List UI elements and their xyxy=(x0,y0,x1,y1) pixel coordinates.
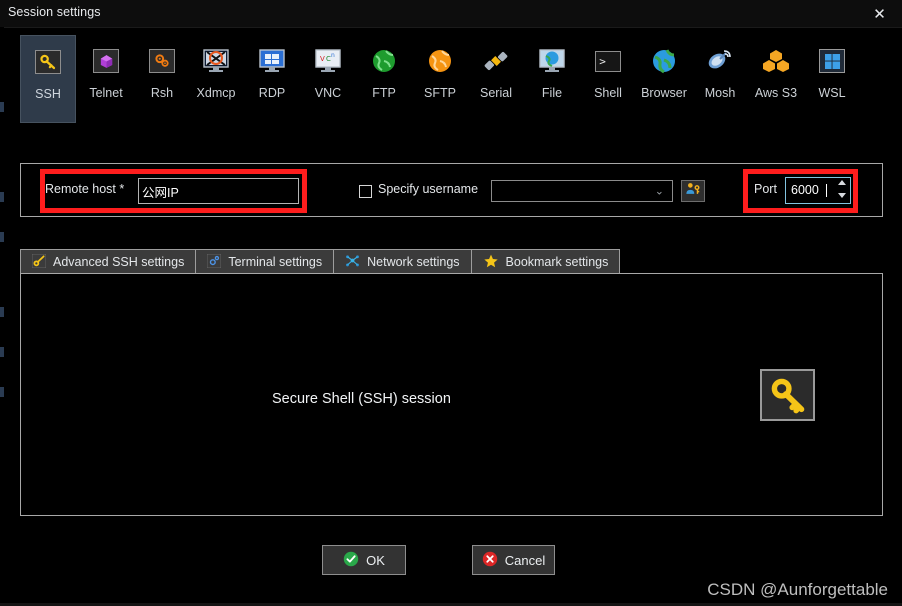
key-icon xyxy=(31,253,47,271)
protocol-label: RDP xyxy=(258,86,286,100)
purple-cube-icon xyxy=(90,45,122,77)
vnc-monitor-icon: V C n xyxy=(312,45,344,77)
session-description: Secure Shell (SSH) session xyxy=(272,391,451,407)
specify-username-checkbox[interactable] xyxy=(359,185,372,198)
protocol-sftp[interactable]: SFTP xyxy=(412,35,468,123)
svg-text:n: n xyxy=(331,52,335,59)
protocol-browser[interactable]: Browser xyxy=(636,35,692,123)
terminal-prompt-icon: > xyxy=(592,45,624,77)
aws-cubes-icon xyxy=(760,45,792,77)
port-stepper[interactable] xyxy=(835,180,848,198)
protocol-aws-s3[interactable]: Aws S3 xyxy=(748,35,804,123)
port-spinbox[interactable]: 6000 xyxy=(785,177,851,204)
svg-text:V: V xyxy=(320,55,325,63)
protocol-label: Shell xyxy=(594,86,622,100)
protocol-rsh[interactable]: Rsh xyxy=(134,35,190,123)
protocol-vnc[interactable]: V C n VNC xyxy=(300,35,356,123)
text-caret xyxy=(826,184,827,197)
ok-button[interactable]: OK xyxy=(322,545,406,575)
serial-plug-icon xyxy=(480,45,512,77)
settings-tabs: Advanced SSH settings Terminal settings … xyxy=(20,249,621,274)
terminal-icon xyxy=(207,253,222,271)
x-monitor-icon xyxy=(200,45,232,77)
spinner-down-icon xyxy=(837,193,846,198)
protocol-label: Serial xyxy=(480,86,512,100)
tab-advanced-ssh-settings[interactable]: Advanced SSH settings xyxy=(20,249,197,274)
cancel-button[interactable]: Cancel xyxy=(472,545,555,575)
specify-username-label: Specify username xyxy=(378,182,479,196)
protocol-ftp[interactable]: FTP xyxy=(356,35,412,123)
remote-host-label: Remote host * xyxy=(45,182,125,196)
blue-globe-icon xyxy=(648,45,680,77)
protocol-label: SSH xyxy=(35,87,61,101)
protocol-toolbar: SSH Telnet Rsh Xdmcp RDP V C n VNC FTP S… xyxy=(0,27,902,131)
spinner-up-icon xyxy=(837,180,846,185)
title-bar: Session settings ✕ xyxy=(0,0,902,28)
ssh-content-panel: Secure Shell (SSH) session xyxy=(20,273,883,516)
red-x-icon xyxy=(482,551,498,570)
watermark: CSDN @Aunforgettable xyxy=(707,580,888,599)
close-icon[interactable]: ✕ xyxy=(857,0,902,27)
green-check-icon xyxy=(343,551,359,570)
network-icon xyxy=(345,253,360,271)
cancel-label: Cancel xyxy=(504,552,546,568)
key-icon xyxy=(760,369,815,421)
protocol-mosh[interactable]: Mosh xyxy=(692,35,748,123)
tab-terminal-settings[interactable]: Terminal settings xyxy=(195,249,335,274)
protocol-label: Xdmcp xyxy=(196,86,236,100)
windows-monitor-icon xyxy=(256,45,288,77)
window-title: Session settings xyxy=(8,5,101,19)
protocol-wsl[interactable]: WSL xyxy=(804,35,860,123)
username-combo[interactable]: ⌄ xyxy=(491,180,673,202)
protocol-rdp[interactable]: RDP xyxy=(244,35,300,123)
protocol-telnet[interactable]: Telnet xyxy=(78,35,134,123)
basic-settings-panel: Remote host * Specify username ⌄ Port 60… xyxy=(20,163,883,217)
protocol-label: Telnet xyxy=(89,86,123,100)
protocol-label: VNC xyxy=(314,86,342,100)
user-key-icon xyxy=(685,181,701,201)
tab-label: Network settings xyxy=(367,255,460,269)
protocol-label: File xyxy=(541,86,563,100)
user-key-picker-button[interactable] xyxy=(681,180,705,202)
orange-globe-icon xyxy=(424,45,456,77)
tab-label: Terminal settings xyxy=(228,255,323,269)
protocol-file[interactable]: File xyxy=(524,35,580,123)
protocol-label: Rsh xyxy=(150,86,174,100)
chevron-down-icon: ⌄ xyxy=(654,184,664,198)
green-globe-icon xyxy=(368,45,400,77)
protocol-label: Aws S3 xyxy=(754,86,798,100)
key-icon xyxy=(32,46,64,78)
protocol-xdmcp[interactable]: Xdmcp xyxy=(188,35,244,123)
port-label: Port xyxy=(754,182,777,196)
protocol-label: SFTP xyxy=(424,86,456,100)
port-value: 6000 xyxy=(791,183,819,197)
file-monitor-icon xyxy=(536,45,568,77)
tab-label: Bookmark settings xyxy=(505,255,609,269)
windows-logo-icon xyxy=(816,45,848,77)
protocol-ssh[interactable]: SSH xyxy=(20,35,76,123)
protocol-label: WSL xyxy=(818,86,846,100)
tab-network-settings[interactable]: Network settings xyxy=(333,249,472,274)
star-icon xyxy=(483,253,499,272)
orange-gears-icon xyxy=(146,45,178,77)
protocol-label: FTP xyxy=(372,86,396,100)
protocol-serial[interactable]: Serial xyxy=(468,35,524,123)
remote-host-input[interactable] xyxy=(138,178,299,204)
satellite-dish-icon xyxy=(704,45,736,77)
protocol-shell[interactable]: > Shell xyxy=(580,35,636,123)
tab-label: Advanced SSH settings xyxy=(53,255,185,269)
tab-bookmark-settings[interactable]: Bookmark settings xyxy=(470,249,621,274)
ok-label: OK xyxy=(366,552,385,568)
protocol-label: Mosh xyxy=(704,86,736,100)
protocol-label: Browser xyxy=(641,86,687,100)
